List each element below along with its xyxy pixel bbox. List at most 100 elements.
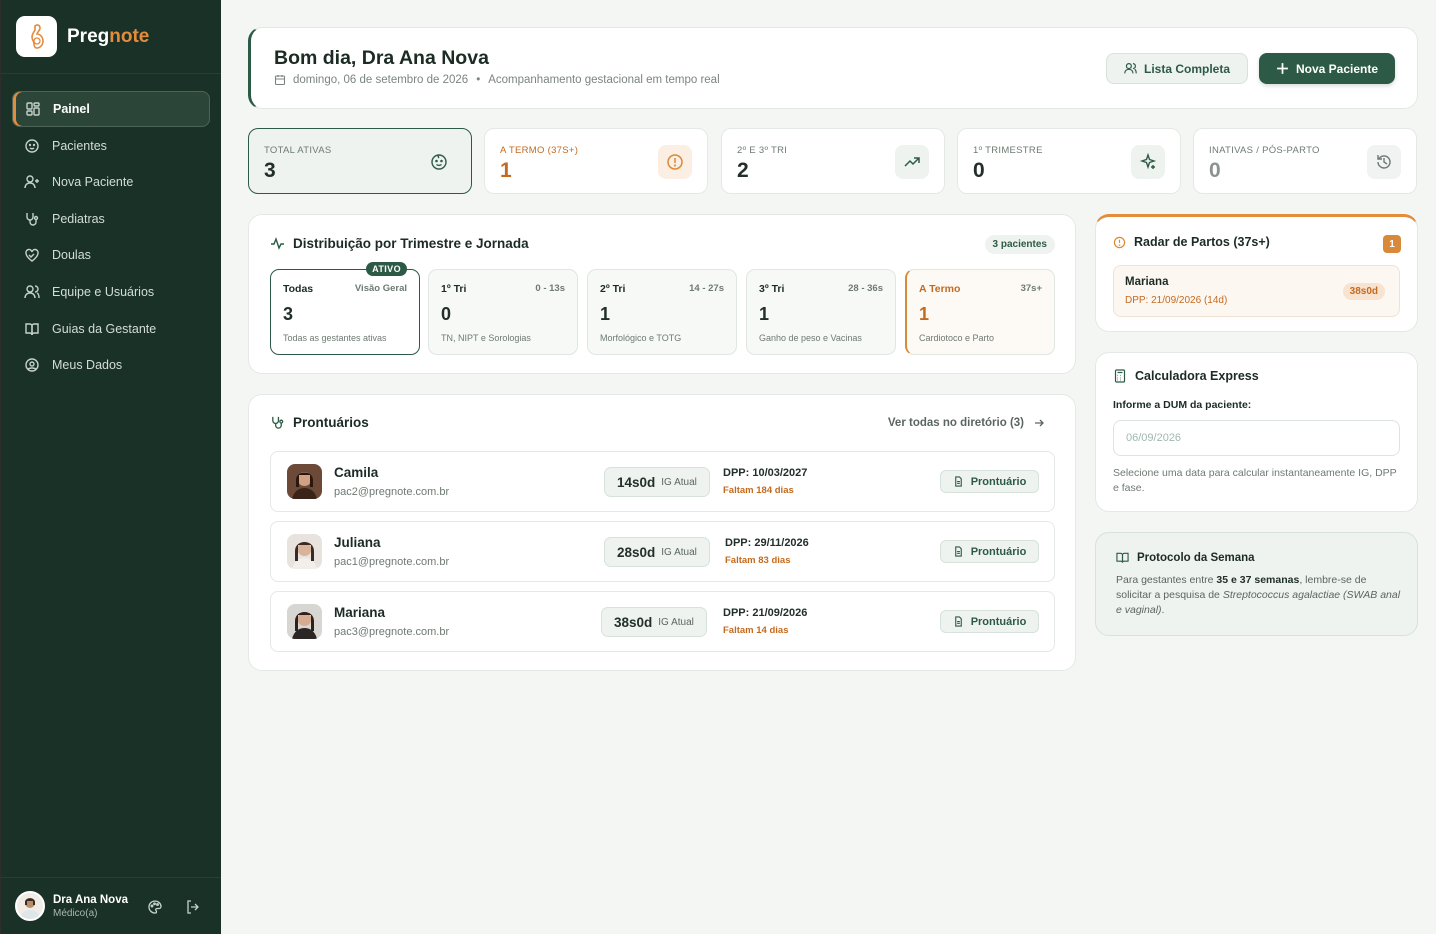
trimester-name: A Termo [919,283,961,295]
trimester-desc: Morfológico e TOTG [600,333,682,343]
sidebar: Pregnote Painel Pacientes Nova Paciente … [0,0,221,934]
trimester-desc: Ganho de peso e Vacinas [759,333,862,343]
protocol-of-week: Protocolo da Semana Para gestantes entre… [1095,532,1418,636]
list-item[interactable]: Mariana DPP: 21/09/2026 (14d) 38s0d [1113,265,1400,317]
avatar[interactable] [15,891,45,921]
new-patient-button[interactable]: Nova Paciente [1259,53,1395,84]
table-row[interactable]: Camila pac2@pregnote.com.br 14s0d IG Atu… [270,451,1055,512]
trimester-name: 2º Tri [600,283,626,295]
trimester-count: 0 [441,304,452,324]
due-date: DPP: 29/11/2026 [725,537,809,549]
dashboard-icon [26,102,40,116]
trimester-desc: Cardiotoco e Parto [919,333,995,343]
calendar-icon [274,75,286,86]
trimester-name: 1º Tri [441,283,467,295]
trimester-card-2[interactable]: 2º Tri 14 - 27s 1 Morfológico e TOTG [587,269,737,355]
section-title: Distribuição por Trimestre e Jornada [270,236,529,251]
trimester-card-3[interactable]: 3º Tri 28 - 36s 1 Ganho de peso e Vacina… [746,269,896,355]
trimester-range: 28 - 36s [848,283,883,294]
alert-circle-icon [658,145,692,179]
radar-count-badge: 1 [1383,235,1401,253]
trimester-card-todas[interactable]: ATIVO Todas Visão Geral 3 Todas as gesta… [270,262,420,355]
file-text-icon [954,546,962,557]
stat-value: 3 [264,159,276,182]
stat-total-active[interactable]: TOTAL ATIVAS 3 [248,128,472,194]
sidebar-item-guias[interactable]: Guias da Gestante [12,311,210,347]
stat-value: 0 [973,159,985,182]
sidebar-item-painel[interactable]: Painel [12,91,210,127]
sidebar-item-pacientes[interactable]: Pacientes [12,128,210,164]
stat-label: 1º TRIMESTRE [973,145,1043,156]
records-section: Prontuários Ver todas no diretório (3) C… [248,394,1076,671]
sparkles-icon [1131,145,1165,179]
file-text-icon [954,476,962,487]
sidebar-item-label: Equipe e Usuários [52,284,155,299]
stethoscope-icon [272,416,284,429]
users-icon [1124,63,1137,74]
palette-icon[interactable] [147,899,163,915]
pregnancy-logo-icon[interactable] [16,16,57,57]
main-content: Bom dia, Dra Ana Nova domingo, 06 de set… [221,0,1436,934]
patient-email: pac1@pregnote.com.br [334,556,450,568]
stat-at-term[interactable]: A TERMO (37S+) 1 [484,128,708,194]
gestational-age-label: IG Atual [661,476,697,488]
gestational-age-value: 38s0d [614,614,653,630]
avatar [287,464,322,499]
express-calculator: Calculadora Express Informe a DUM da pac… [1095,352,1418,512]
sidebar-item-pediatras[interactable]: Pediatras [12,201,210,237]
patient-name: Mariana [334,605,386,620]
see-all-link[interactable]: Ver todas no diretório (3) [888,417,1045,429]
user-info: Dra Ana Nova Médico(a) [53,894,128,919]
user-circle-icon [25,358,39,372]
table-row[interactable]: Mariana pac3@pregnote.com.br 38s0d IG At… [270,591,1055,652]
dum-date-input[interactable]: 06/09/2026 [1113,420,1400,456]
file-text-icon [954,616,962,627]
stat-value: 1 [500,159,512,182]
sidebar-item-meus-dados[interactable]: Meus Dados [12,347,210,383]
gestational-age-badge: 14s0d IG Atual [604,467,710,497]
header-subtitle: domingo, 06 de setembro de 2026 • Acompa… [274,74,720,86]
trimester-range: 0 - 13s [535,283,565,294]
stat-inactive-postpartum[interactable]: INATIVAS / PÓS-PARTO 0 [1193,128,1417,194]
sidebar-item-equipe[interactable]: Equipe e Usuários [12,274,210,310]
trimester-count: 1 [759,304,770,324]
current-date: domingo, 06 de setembro de 2026 [293,74,469,86]
trimester-count: 3 [283,304,294,324]
calculator-icon [1114,369,1126,383]
plus-icon [1277,63,1288,74]
avatar [287,604,322,639]
due-date: DPP: 10/03/2027 [723,467,808,479]
stat-label: A TERMO (37S+) [500,145,579,156]
logout-icon[interactable] [185,899,201,915]
sidebar-item-label: Guias da Gestante [52,321,157,336]
page-title: Bom dia, Dra Ana Nova [274,47,489,69]
open-record-button[interactable]: Prontuário [940,540,1039,563]
avatar [287,534,322,569]
gestational-age-label: IG Atual [661,546,697,558]
open-record-button[interactable]: Prontuário [940,470,1039,493]
separator-dot: • [476,74,481,86]
stat-label: 2º E 3º TRI [737,145,788,156]
trimester-name: 3º Tri [759,283,785,295]
user-plus-icon [24,175,39,189]
user-profile: Dra Ana Nova Médico(a) [1,877,221,934]
sidebar-item-label: Pediatras [52,211,105,226]
section-title: Radar de Partos (37s+) [1113,235,1270,249]
open-record-button[interactable]: Prontuário [940,610,1039,633]
trimester-card-term[interactable]: A Termo 37s+ 1 Cardiotoco e Parto [905,269,1055,355]
stat-first-trimester[interactable]: 1º TRIMESTRE 0 [957,128,1181,194]
stat-second-third-tri[interactable]: 2º E 3º TRI 2 [721,128,945,194]
full-list-button[interactable]: Lista Completa [1106,53,1248,84]
sidebar-item-label: Doulas [52,248,91,263]
sidebar-item-label: Nova Paciente [52,175,134,190]
patient-name: Juliana [334,535,381,550]
sidebar-item-doulas[interactable]: Doulas [12,237,210,273]
birth-radar: Radar de Partos (37s+) 1 Mariana DPP: 21… [1095,214,1418,332]
patient-email: pac3@pregnote.com.br [334,626,450,638]
stethoscope-icon [26,212,39,226]
arrow-right-icon [1035,419,1044,427]
sidebar-item-nova-paciente[interactable]: Nova Paciente [12,164,210,200]
table-row[interactable]: Juliana pac1@pregnote.com.br 28s0d IG At… [270,521,1055,582]
trimester-card-1[interactable]: 1º Tri 0 - 13s 0 TN, NIPT e Sorologias [428,269,578,355]
stat-label: TOTAL ATIVAS [264,145,332,156]
